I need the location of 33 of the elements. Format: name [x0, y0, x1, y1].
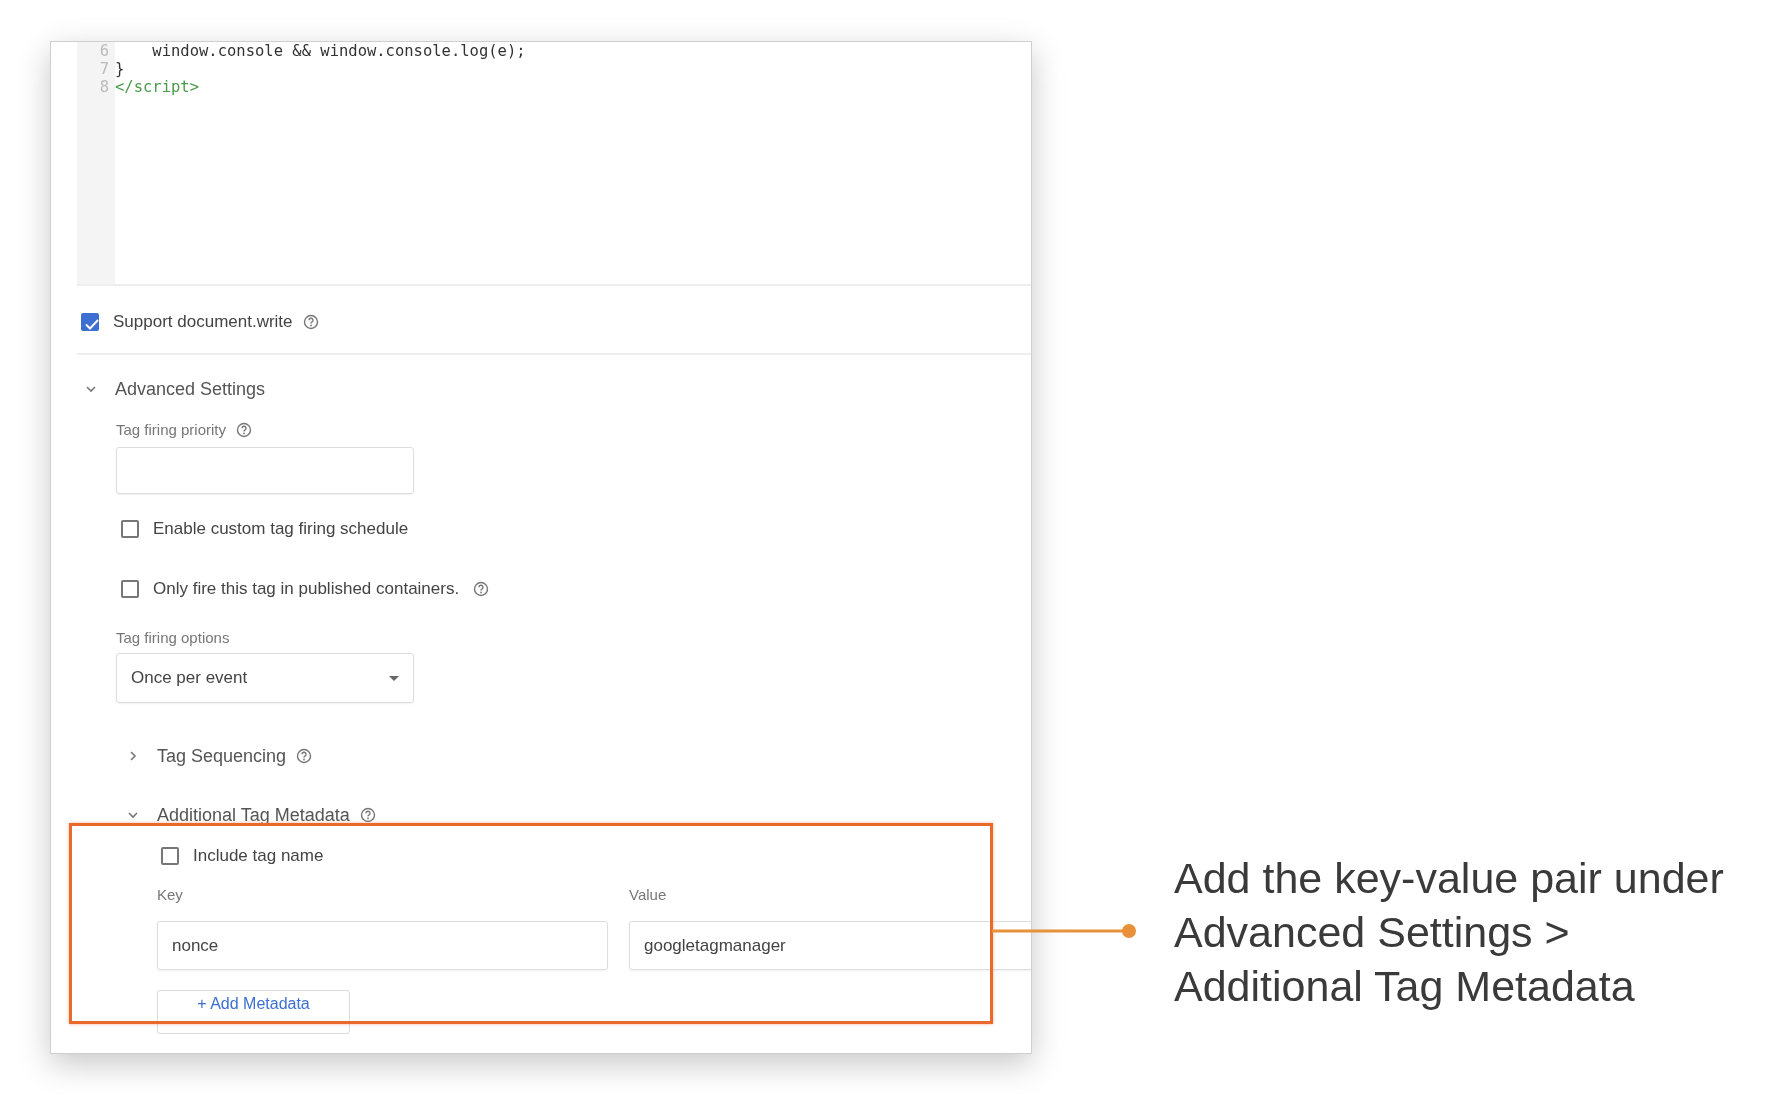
field-label: Tag firing priority [116, 421, 227, 439]
line-number: 8 [98, 78, 110, 96]
input-field[interactable]: nonce [157, 921, 608, 970]
checkbox[interactable] [121, 520, 139, 538]
field-label: Value [629, 886, 667, 904]
checkbox-label: Support document.write [113, 312, 293, 332]
input-field[interactable] [116, 447, 414, 494]
checkbox-label: Include tag name [193, 846, 324, 866]
dropdown-caret-icon [389, 675, 399, 681]
code-editor[interactable]: 6 window.console && window.console.log(e); 7 } 8 </script> [77, 42, 1031, 286]
field-label: Tag firing options [116, 629, 231, 647]
code-line: </script> [115, 78, 199, 96]
input-field[interactable]: googletagmanager [629, 921, 1031, 970]
checkbox[interactable] [121, 580, 139, 598]
help-icon[interactable] [236, 422, 253, 438]
checkbox-label: Enable custom tag firing schedule [153, 519, 409, 539]
checkbox-label: Only fire this tag in published containers. [153, 579, 460, 599]
code-line: } [115, 60, 125, 78]
checkbox[interactable] [161, 847, 179, 865]
add-metadata-button[interactable]: + Add Metadata [157, 990, 350, 1034]
help-icon[interactable] [302, 314, 319, 330]
line-number: 6 [98, 42, 110, 60]
field-label: Key [157, 886, 184, 904]
help-icon[interactable] [473, 581, 490, 597]
help-icon[interactable] [296, 748, 313, 764]
help-icon[interactable] [359, 807, 376, 823]
section-title[interactable]: Tag Sequencing [157, 745, 287, 767]
line-number: 7 [98, 60, 110, 78]
callout-text: Add the key-value pair under Advanced Settings > Additional Tag Metadata [1174, 853, 1724, 1012]
checkbox[interactable] [81, 313, 99, 331]
section-title[interactable]: Advanced Settings [115, 378, 266, 400]
code-line: window.console && window.console.log(e); [151, 42, 526, 60]
dropdown[interactable]: Once per event [116, 653, 414, 703]
